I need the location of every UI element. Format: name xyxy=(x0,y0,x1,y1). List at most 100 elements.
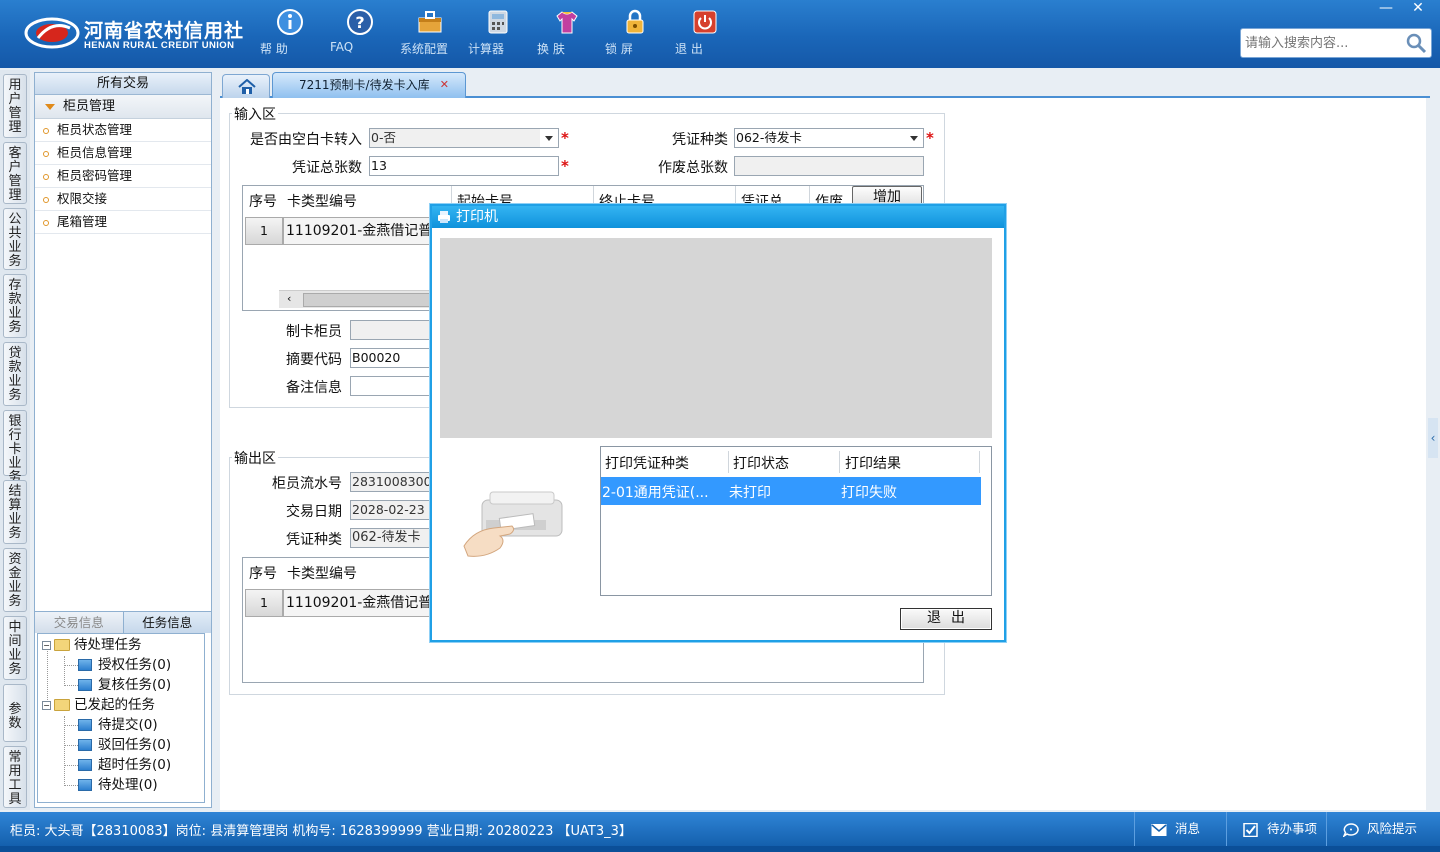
total-count-label: 凭证总张数 xyxy=(292,160,362,176)
logout-button[interactable]: 退 出 xyxy=(675,8,735,62)
side-tab-loan[interactable]: 贷款业务 xyxy=(3,342,27,406)
bullet-icon xyxy=(43,150,49,157)
system-config-button[interactable]: 系统配置 xyxy=(400,8,460,62)
todo-label: 待办事项 xyxy=(1267,821,1318,836)
menu-item-teller-info[interactable]: 柜员信息管理 xyxy=(35,142,211,165)
collapse-toggle-icon[interactable]: − xyxy=(42,640,51,650)
side-tab-bank-card[interactable]: 银行卡业务 xyxy=(3,410,27,485)
row-card-type: 11109201-金燕借记普通 xyxy=(283,589,443,617)
task-icon xyxy=(78,739,92,751)
side-tab-funds[interactable]: 资金业务 xyxy=(3,548,27,612)
info-icon xyxy=(277,9,303,35)
menu-item-teller-password[interactable]: 柜员密码管理 xyxy=(35,165,211,188)
bullet-icon xyxy=(43,219,49,226)
svg-text:?: ? xyxy=(355,13,364,32)
message-button[interactable]: 消息 xyxy=(1134,812,1226,846)
menu-item-permission-handover[interactable]: 权限交接 xyxy=(35,188,211,211)
tree-node-timeout[interactable]: 超时任务(0) xyxy=(78,755,171,775)
tree-node-pending[interactable]: − 待处理任务 xyxy=(42,635,142,655)
dialog-title-bar[interactable]: 打印机 xyxy=(432,206,1004,228)
brand-name-cn: 河南省农村信用社 xyxy=(84,20,245,42)
menu-group-label: 柜员管理 xyxy=(63,99,116,114)
collapse-toggle-icon[interactable]: − xyxy=(42,700,51,710)
teller-serial-label: 柜员流水号 xyxy=(272,476,342,492)
message-label: 消息 xyxy=(1175,821,1201,836)
search-box xyxy=(1240,28,1432,58)
tree-node-to-submit[interactable]: 待提交(0) xyxy=(78,715,158,735)
tab-task-info[interactable]: 任务信息 xyxy=(123,612,211,633)
from-blank-select[interactable]: 0-否 xyxy=(369,128,559,148)
lock-screen-button[interactable]: 锁 屏 xyxy=(605,8,665,62)
menu-item-tail-box[interactable]: 尾箱管理 xyxy=(35,211,211,234)
tab-trade-info[interactable]: 交易信息 xyxy=(35,612,124,633)
menu-group-teller-mgmt[interactable]: 柜员管理 xyxy=(35,95,211,119)
risk-alert-label: 风险提示 xyxy=(1367,821,1418,836)
side-tab-intermediary[interactable]: 中间业务 xyxy=(3,616,27,680)
side-tab-settlement[interactable]: 结算业务 xyxy=(3,480,27,544)
tree-node-rejected[interactable]: 驳回任务(0) xyxy=(78,735,171,755)
search-input[interactable] xyxy=(1241,29,1401,57)
task-icon xyxy=(78,759,92,771)
summary-code-input[interactable]: B00020 xyxy=(350,348,430,368)
remark-input[interactable] xyxy=(350,376,430,396)
col-header-no: 序号 xyxy=(249,566,277,582)
tab-home[interactable] xyxy=(222,74,270,98)
faq-label: FAQ xyxy=(330,40,354,54)
voucher-type-select[interactable]: 062-待发卡 xyxy=(734,128,924,148)
folder-icon xyxy=(54,639,70,651)
tree-node-initiated[interactable]: − 已发起的任务 xyxy=(42,695,155,715)
row-number: 1 xyxy=(245,217,283,245)
status-bar: 柜员: 大头哥【28310083】岗位: 县清算管理岗 机构号: 1628399… xyxy=(0,812,1440,846)
dropdown-arrow-icon[interactable] xyxy=(905,129,923,147)
window-controls: — ✕ xyxy=(1370,0,1434,18)
row-card-type: 11109201-金燕借记普... xyxy=(283,217,443,245)
tree-node-label: 待处理任务 xyxy=(74,637,142,653)
side-tab-tools[interactable]: 常用工具 xyxy=(3,746,27,808)
bullet-icon xyxy=(43,196,49,203)
scroll-left-arrow-icon[interactable]: ‹ xyxy=(287,292,291,305)
minimize-button[interactable]: — xyxy=(1370,0,1402,18)
side-tab-deposit[interactable]: 存款业务 xyxy=(3,274,27,338)
exit-button[interactable]: 退出 xyxy=(900,608,992,630)
print-job-list: 打印凭证种类 打印状态 打印结果 2-01通用凭证(... 未打印 打印失败 xyxy=(600,446,992,596)
lock-screen-label: 锁 屏 xyxy=(605,42,633,56)
menu-item-label: 尾箱管理 xyxy=(57,214,108,229)
side-tab-params[interactable]: 参数 xyxy=(3,684,27,742)
row-number: 1 xyxy=(245,589,283,617)
risk-alert-button[interactable]: 风险提示 xyxy=(1326,812,1440,846)
printer-small-icon xyxy=(438,211,450,223)
todo-button[interactable]: 待办事项 xyxy=(1226,812,1326,846)
side-tab-customer-mgmt[interactable]: 客户管理 xyxy=(3,142,27,204)
search-icon[interactable] xyxy=(1405,32,1427,54)
collapse-panel-handle[interactable]: ‹ xyxy=(1428,418,1438,458)
dropdown-arrow-icon[interactable] xyxy=(540,129,558,147)
calculator-button[interactable]: 计算器 xyxy=(468,8,528,62)
tree-node-review-tasks[interactable]: 复核任务(0) xyxy=(78,675,171,695)
tree-node-to-process[interactable]: 待处理(0) xyxy=(78,775,158,795)
print-job-row[interactable]: 2-01通用凭证(... 未打印 打印失败 xyxy=(601,477,981,505)
col-header-voucher-type: 打印凭证种类 xyxy=(605,456,689,472)
summary-code-label: 摘要代码 xyxy=(286,352,342,368)
menu-item-teller-status[interactable]: 柜员状态管理 xyxy=(35,119,211,142)
input-area-title: 输入区 xyxy=(232,104,278,124)
card-maker-input[interactable] xyxy=(350,320,430,340)
faq-button[interactable]: ? FAQ xyxy=(330,8,390,62)
bottom-edge xyxy=(0,846,1440,852)
bullet-icon xyxy=(43,173,49,180)
close-window-button[interactable]: ✕ xyxy=(1402,0,1434,18)
close-tab-icon[interactable]: ✕ xyxy=(440,73,449,97)
dialog-body: 打印凭证种类 打印状态 打印结果 2-01通用凭证(... 未打印 打印失败 退… xyxy=(432,228,1004,640)
side-tab-user-mgmt[interactable]: 用户管理 xyxy=(3,74,27,138)
task-icon xyxy=(78,779,92,791)
change-skin-button[interactable]: 换 肤 xyxy=(537,8,597,62)
tree-node-label: 复核任务(0) xyxy=(98,677,172,693)
tree-node-authorize-tasks[interactable]: 授权任务(0) xyxy=(78,655,171,675)
required-mark: * xyxy=(561,157,569,175)
tab-active-transaction[interactable]: 7211预制卡/待发卡入库 ✕ xyxy=(272,72,466,98)
output-voucher-type-label: 凭证种类 xyxy=(286,532,342,548)
help-button[interactable]: 帮 助 xyxy=(260,8,320,62)
voucher-type-label: 凭证种类 xyxy=(672,132,728,148)
side-tab-public-business[interactable]: 公共业务 xyxy=(3,208,27,270)
void-count-input[interactable] xyxy=(734,156,924,176)
total-count-input[interactable]: 13 xyxy=(369,156,559,176)
